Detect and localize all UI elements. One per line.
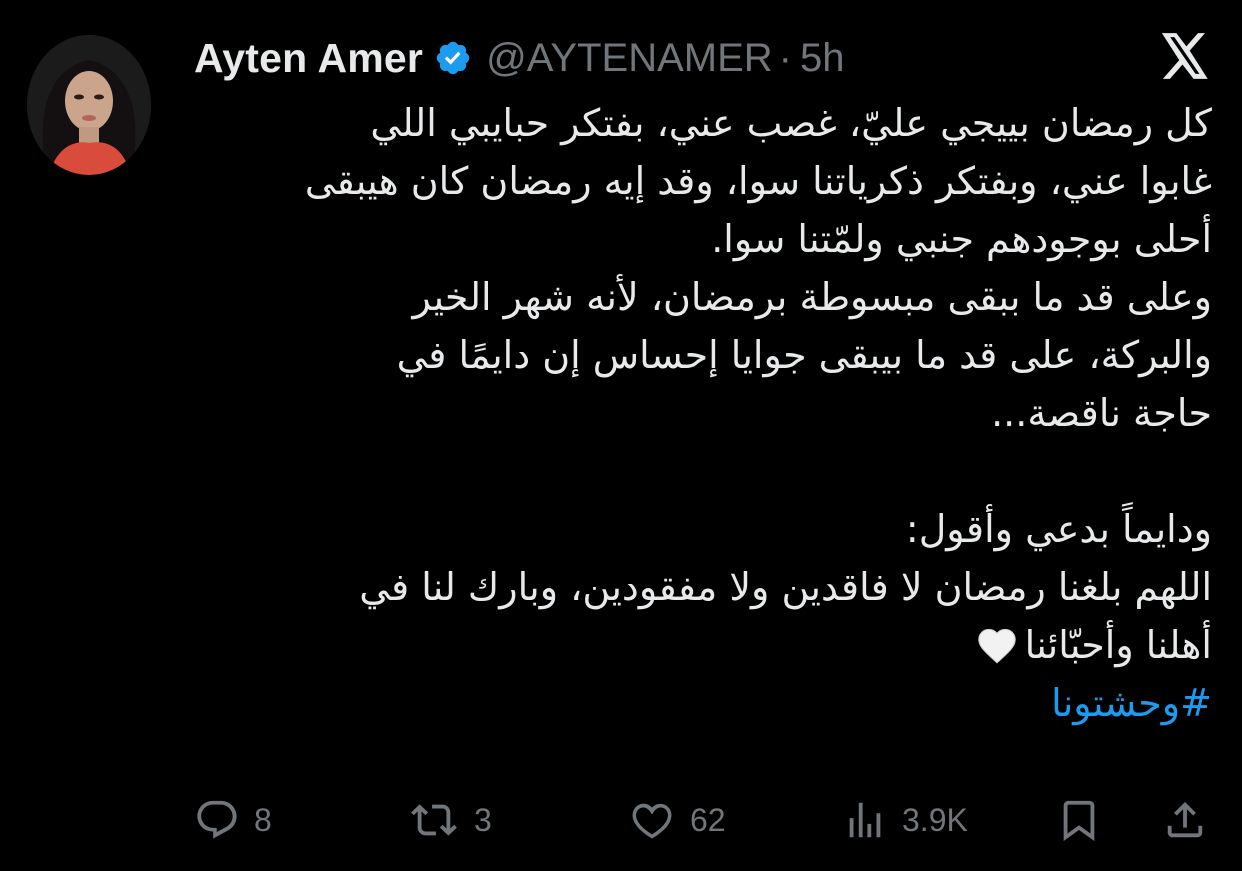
author-handle[interactable]: @AYTENAMER <box>486 36 773 81</box>
actions-bar: 8 3 62 3.9K <box>0 790 1242 850</box>
like-button[interactable]: 62 <box>628 790 726 850</box>
retweet-count: 3 <box>474 801 492 838</box>
share-icon <box>1162 797 1208 843</box>
share-button[interactable] <box>1162 790 1208 850</box>
bookmark-button[interactable] <box>1056 790 1102 850</box>
post-time[interactable]: 5h <box>800 36 845 81</box>
tweet-line: أهلنا وأحبّائنا <box>1024 623 1212 667</box>
x-logo-icon <box>1160 33 1210 79</box>
reply-icon <box>194 797 240 843</box>
views-icon <box>842 797 888 843</box>
tweet-line: غابوا عني، وبفتكر ذكرياتنا سوا، وقد إيه … <box>304 159 1212 203</box>
tweet-line: كل رمضان بييجي عليّ، غصب عني، بفتكر حباي… <box>370 101 1212 145</box>
profile-photo <box>27 35 151 175</box>
white-heart-emoji <box>975 622 1019 680</box>
verified-badge-icon <box>434 39 472 77</box>
tweet-line-with-emoji: أهلنا وأحبّائنا <box>212 616 1212 674</box>
avatar[interactable] <box>27 35 151 175</box>
reply-button[interactable]: 8 <box>194 790 272 850</box>
bookmark-icon <box>1056 797 1102 843</box>
retweet-icon <box>408 797 460 843</box>
tweet-line: ودايماً بدعي وأقول: <box>905 507 1212 551</box>
tweet-line: حاجة ناقصة... <box>991 391 1212 435</box>
views-count: 3.9K <box>902 801 968 838</box>
hashtag-link[interactable]: #وحشتونا <box>212 674 1212 732</box>
tweet-body: كل رمضان بييجي عليّ، غصب عني، بفتكر حباي… <box>212 94 1212 732</box>
author-name[interactable]: Ayten Amer <box>194 35 423 82</box>
reply-count: 8 <box>254 801 272 838</box>
tweet-line: أحلى بوجودهم جنبي ولمّتنا سوا. <box>711 217 1212 261</box>
separator-dot: · <box>778 35 792 80</box>
tweet-line: والبركة، على قد ما بيبقى جوايا إحساس إن … <box>396 333 1212 377</box>
views-button[interactable]: 3.9K <box>842 790 968 850</box>
tweet-header: Ayten Amer @AYTENAMER · 5h <box>194 32 844 84</box>
like-icon <box>628 797 676 843</box>
like-count: 62 <box>690 801 726 838</box>
tweet-line: وعلى قد ما ببقى مبسوطة برمضان، لأنه شهر … <box>412 275 1212 319</box>
retweet-button[interactable]: 3 <box>408 790 492 850</box>
tweet-line: اللهم بلغنا رمضان لا فاقدين ولا مفقودين،… <box>359 565 1212 609</box>
